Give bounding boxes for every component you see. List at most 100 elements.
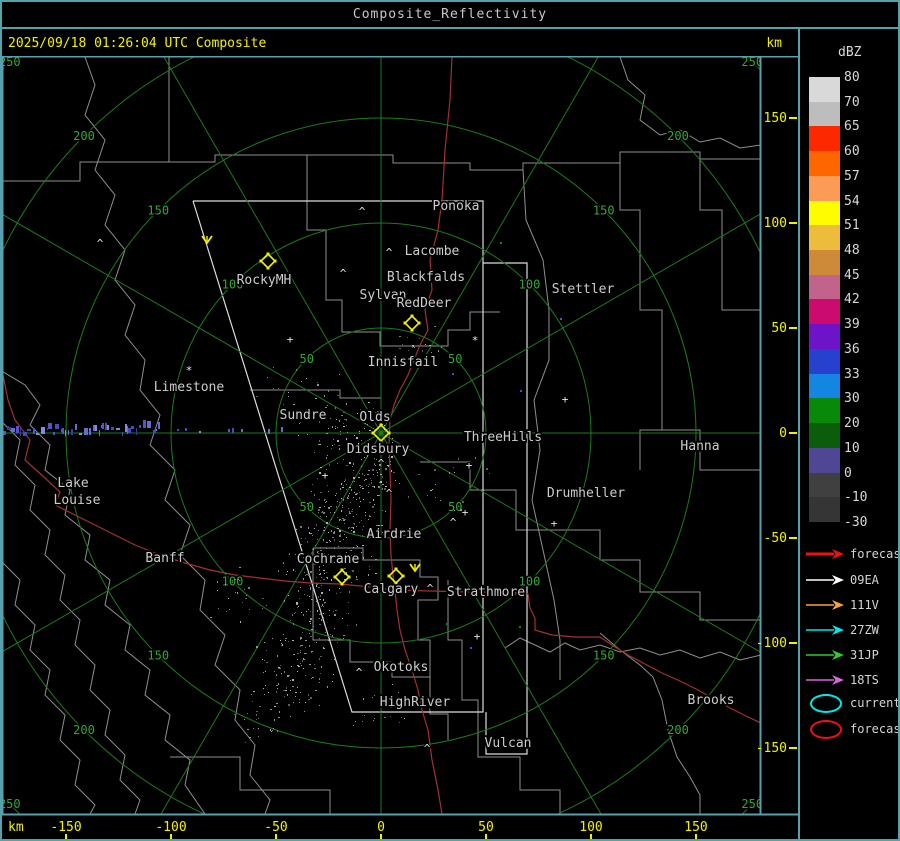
interference-pixel [47,428,48,430]
scale-swatch [809,447,840,474]
echo-pixel [290,680,291,681]
km-unit-bottom-left: km [8,820,24,835]
echo-pixel [343,499,344,500]
echo-pixel [300,692,301,693]
echo-pixel [412,346,413,348]
echo-pixel [340,488,341,490]
echo-pixel [323,606,324,607]
city-label: ThreeHills [464,430,542,445]
city-label: Vulcan [485,736,532,751]
echo-pixel [300,526,302,528]
echo-pixel [311,678,312,679]
echo-pixel [320,573,321,575]
city-label: Calgary [364,582,419,597]
echo-pixel [266,662,268,663]
echo-pixel [267,377,268,378]
echo-pixel [332,445,333,446]
interference-pixel [16,426,19,433]
echo-pixel [395,480,396,481]
echo-pixel [344,568,346,569]
echo-pixel [339,588,340,589]
echo-pixel [366,457,367,458]
obstruction-marker: ^ [359,205,366,218]
bottom-axis-tick [380,834,382,840]
city-label: Airdrie [367,527,422,542]
echo-pixel [349,493,350,494]
echo-pixel [292,686,294,687]
echo-pixel [235,579,236,580]
echo-pixel [386,482,387,483]
echo-pixel [349,462,351,464]
echo-pixel [348,613,349,614]
echo-pixel [336,509,337,510]
echo-pixel [318,530,319,531]
echo-pixel [414,347,415,348]
echo-pixel [303,614,304,616]
ring-distance-label: 150 [147,203,169,217]
echo-pixel [299,699,300,700]
echo-pixel [297,671,298,672]
echo-pixel [265,685,266,686]
echo-pixel [375,573,377,574]
echo-pixel [296,604,298,605]
echo-pixel [438,350,439,352]
echo-pixel [346,465,348,466]
echo-pixel [375,465,376,466]
scale-value: 57 [844,168,860,184]
echo-pixel [245,742,246,743]
echo-pixel [315,630,316,631]
echo-pixel [290,716,291,717]
interference-band [3,420,283,436]
echo-pixel [320,467,322,468]
echo-pixel [352,570,354,572]
echo-pixel [232,582,233,583]
bottom-axis-label: -100 [155,820,186,835]
echo-pixel [343,519,344,520]
interference-pixel [61,429,62,432]
right-axis-tick [789,117,797,119]
interference-pixel [177,429,179,431]
echo-pixel [331,579,332,581]
scale-swatch [809,348,840,375]
echo-pixel [335,495,336,496]
echo-pixel [356,624,357,626]
echo-pixel [329,464,330,466]
echo-pixel [327,455,328,456]
echo-pixel [434,326,436,327]
echo-pixel [353,477,355,479]
echo-pixel [309,532,310,534]
legend-arrow-icon [806,600,844,610]
echo-pixel [314,494,315,496]
echo-pixel [293,654,295,655]
echo-pixel [301,381,302,382]
echo-pixel [356,514,357,515]
echo-pixel [280,665,281,666]
echo-pixel [259,706,261,707]
echo-pixel [369,515,370,516]
bottom-axis: -150 -100 -50 0 50 100 150 km [8,820,708,840]
echo-pixel [290,690,291,691]
echo-pixel [369,502,371,503]
right-axis-tick [789,327,797,329]
interference-pixel [228,429,230,432]
echo-pixel [309,664,311,665]
echo-pixel [361,459,362,460]
city-label: Stettler [552,282,615,297]
echo-pixel [343,539,344,540]
echo-pixel [432,489,433,490]
echo-pixel [337,427,338,428]
echo-pixel [319,705,320,706]
echo-pixel [343,500,344,501]
echo-pixel [324,602,326,603]
interference-pixel [241,429,243,432]
interference-pixel [41,427,45,434]
echo-pixel [299,702,300,703]
echo-pixel [321,619,322,621]
interference-pixel [102,423,104,429]
echo-pixel [283,690,285,691]
scale-swatch [809,175,840,202]
echo-pixel [334,548,335,549]
echo-pixel [348,508,349,509]
interference-pixel [127,426,128,434]
echo-pixel [328,428,329,429]
